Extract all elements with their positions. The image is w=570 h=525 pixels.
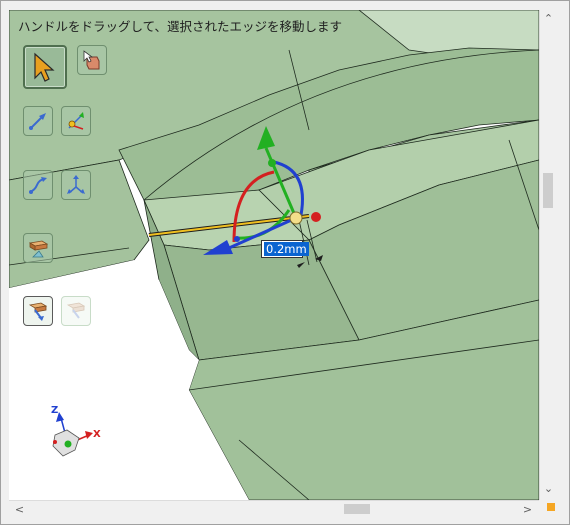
horizontal-scrollbar[interactable]: < > — [9, 500, 539, 517]
cursor-arrow-icon — [32, 52, 58, 82]
size-grip[interactable] — [547, 503, 555, 511]
triad-z-label: Z — [51, 405, 58, 416]
scroll-down-button[interactable]: ⌄ — [540, 480, 557, 497]
scroll-up-button[interactable]: ⌃ — [540, 10, 557, 27]
line-arrow-icon — [27, 110, 49, 132]
move-tool[interactable] — [23, 296, 53, 326]
scroll-right-button[interactable]: > — [519, 501, 536, 518]
vertical-scrollbar[interactable]: ⌃ ⌄ — [539, 10, 556, 500]
vertical-scroll-thumb[interactable] — [543, 173, 553, 208]
axes-tool[interactable] — [61, 170, 91, 200]
select-tool[interactable] — [23, 45, 67, 89]
dimension-input[interactable]: 0.2mm — [261, 240, 309, 258]
chevron-up-icon: ⌃ — [543, 12, 554, 25]
move-handle-x-end[interactable] — [311, 212, 321, 222]
pull-tool[interactable] — [23, 233, 53, 263]
scroll-left-button[interactable]: < — [11, 501, 28, 518]
chevron-right-icon: > — [522, 503, 533, 516]
curve-arrow-icon — [27, 174, 49, 196]
point-line-tool[interactable] — [61, 106, 91, 136]
dimension-value[interactable]: 0.2mm — [264, 242, 309, 256]
triad-x-label: X — [93, 429, 101, 440]
cursor-box-icon — [81, 49, 103, 71]
three-axes-icon — [65, 174, 87, 196]
horizontal-scroll-thumb[interactable] — [344, 504, 370, 514]
move-handle-origin[interactable] — [289, 211, 303, 225]
block-move-faded-icon — [65, 300, 87, 322]
disabled-tool — [61, 296, 91, 326]
chevron-down-icon: ⌄ — [543, 482, 554, 495]
point-line-icon — [65, 110, 87, 132]
curve-tool[interactable] — [23, 170, 53, 200]
move-handle-z-end[interactable] — [234, 236, 240, 242]
chevron-left-icon: < — [14, 503, 25, 516]
hint-text: ハンドルをドラッグして、選択されたエッジを移動します — [18, 19, 343, 34]
block-move-icon — [27, 300, 49, 322]
select-filter-tool[interactable] — [77, 45, 107, 75]
3d-viewport[interactable]: Z X ハンドルをドラッグして、選択されたエッジを移動します 0.2mm — [9, 10, 539, 500]
block-pull-icon — [27, 237, 49, 259]
move-handle-y-end[interactable] — [268, 159, 276, 167]
line-tool[interactable] — [23, 106, 53, 136]
